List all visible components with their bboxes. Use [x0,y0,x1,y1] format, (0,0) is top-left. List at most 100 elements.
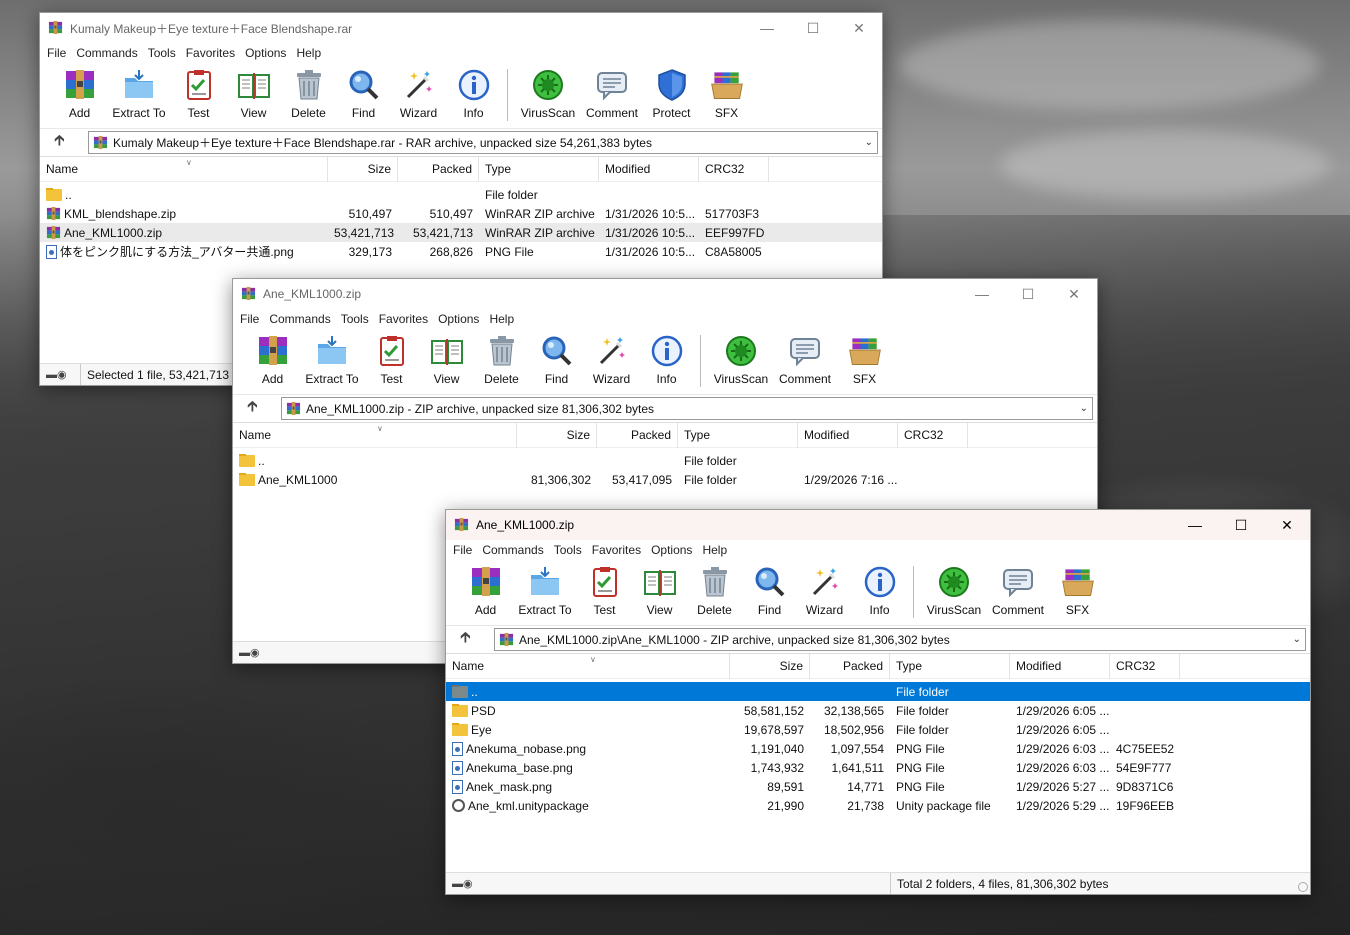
view-button[interactable]: View [226,67,281,120]
table-row[interactable]: Ane_kml.unitypackage 21,990 21,738 Unity pa… [446,796,1310,815]
protect-button[interactable]: Protect [644,67,699,120]
maximize-button[interactable]: ☐ [1005,279,1051,309]
info-button[interactable]: Info [852,564,907,617]
column-header-crc[interactable]: CRC32 [898,422,968,448]
drive-icon[interactable]: ▬◉ [233,646,273,659]
column-header-crc[interactable]: CRC32 [699,156,769,182]
minimize-button[interactable]: — [959,279,1005,309]
file-list[interactable]: Name Size Packed Type Modified CRC32 ∨.. File f… [446,653,1310,815]
table-row[interactable]: KML_blendshape.zip 510,497 510,497 WinRAR Z… [40,204,882,223]
menu-tools[interactable]: Tools [336,312,374,326]
column-header-size[interactable]: Size [730,653,810,679]
close-button[interactable]: ✕ [1264,510,1310,540]
up-arrow-icon[interactable]: 🡱 [454,627,494,652]
sfx-button[interactable]: SFX [699,67,754,120]
menu-options[interactable]: Options [433,312,484,326]
column-header-type[interactable]: Type [890,653,1010,679]
winrar-window-zip-folder[interactable]: Ane_KML1000.zip — ☐ ✕ File Commands Tools F… [445,509,1311,895]
table-row[interactable]: Anek_mask.png 89,591 14,771 PNG File 1/29/20… [446,777,1310,796]
extract-to-button[interactable]: Extract To [513,564,577,617]
menu-options[interactable]: Options [240,46,291,60]
menu-tools[interactable]: Tools [143,46,181,60]
column-header-size[interactable]: Size [328,156,398,182]
column-header-modified[interactable]: Modified [798,422,898,448]
delete-button[interactable]: Delete [474,333,529,386]
column-header-crc[interactable]: CRC32 [1110,653,1180,679]
title-bar[interactable]: Kumaly Makeup＋Eye texture＋Face Blendshap… [40,13,882,43]
table-row[interactable]: Anekuma_base.png 1,743,932 1,641,511 PNG Fi… [446,758,1310,777]
drive-icon[interactable]: ▬◉ [40,368,80,381]
menu-commands[interactable]: Commands [264,312,335,326]
delete-button[interactable]: Delete [687,564,742,617]
info-button[interactable]: Info [639,333,694,386]
menu-help[interactable]: Help [291,46,326,60]
menu-favorites[interactable]: Favorites [587,543,646,557]
menu-help[interactable]: Help [697,543,732,557]
find-button[interactable]: Find [742,564,797,617]
test-button[interactable]: Test [171,67,226,120]
menu-commands[interactable]: Commands [71,46,142,60]
table-row[interactable]: Eye 19,678,597 18,502,956 File folder 1/29/2… [446,720,1310,739]
add-button[interactable]: Add [458,564,513,617]
up-arrow-icon[interactable]: 🡱 [241,396,281,421]
comment-button[interactable]: Comment [986,564,1050,617]
table-row[interactable]: Ane_KML1000.zip 53,421,713 53,421,713 WinRA… [40,223,882,242]
title-bar[interactable]: Ane_KML1000.zip — ☐ ✕ [446,510,1310,540]
menu-help[interactable]: Help [484,312,519,326]
add-button[interactable]: Add [245,333,300,386]
virusscan-button[interactable]: VirusScan [922,564,986,617]
comment-button[interactable]: Comment [773,333,837,386]
table-row[interactable]: Anekuma_nobase.png 1,191,040 1,097,554 PNG … [446,739,1310,758]
resize-grip[interactable] [1298,882,1308,892]
title-bar[interactable]: Ane_KML1000.zip — ☐ ✕ [233,279,1097,309]
column-header-packed[interactable]: Packed [398,156,479,182]
maximize-button[interactable]: ☐ [790,13,836,43]
menu-file[interactable]: File [42,46,71,60]
column-header-name[interactable]: Name [233,422,517,448]
extract-to-button[interactable]: Extract To [107,67,171,120]
column-header-name[interactable]: Name [446,653,730,679]
wizard-button[interactable]: Wizard [797,564,852,617]
chevron-down-icon[interactable]: ⌄ [1293,634,1301,645]
menu-file[interactable]: File [235,312,264,326]
address-combobox[interactable]: Ane_KML1000.zip\Ane_KML1000 - ZIP archiv… [494,628,1306,651]
sfx-button[interactable]: SFX [1050,564,1105,617]
column-header-size[interactable]: Size [517,422,597,448]
column-header-modified[interactable]: Modified [1010,653,1110,679]
chevron-down-icon[interactable]: ⌄ [865,137,873,148]
close-button[interactable]: ✕ [836,13,882,43]
virusscan-button[interactable]: VirusScan [516,67,580,120]
chevron-down-icon[interactable]: ⌄ [1080,403,1088,414]
address-combobox[interactable]: Ane_KML1000.zip - ZIP archive, unpacked … [281,397,1093,420]
column-header-type[interactable]: Type [479,156,599,182]
minimize-button[interactable]: — [744,13,790,43]
menu-tools[interactable]: Tools [549,543,587,557]
sfx-button[interactable]: SFX [837,333,892,386]
table-row[interactable]: .. File folder [40,185,882,204]
column-header-packed[interactable]: Packed [597,422,678,448]
file-list[interactable]: Name Size Packed Type Modified CRC32 ∨.. File f… [40,156,882,261]
extract-to-button[interactable]: Extract To [300,333,364,386]
table-row[interactable]: .. File folder [233,451,1097,470]
minimize-button[interactable]: — [1172,510,1218,540]
close-button[interactable]: ✕ [1051,279,1097,309]
address-combobox[interactable]: Kumaly Makeup＋Eye texture＋Face Blendshap… [88,131,878,154]
column-header-packed[interactable]: Packed [810,653,890,679]
menu-options[interactable]: Options [646,543,697,557]
add-button[interactable]: Add [52,67,107,120]
table-row[interactable]: .. File folder [446,682,1310,701]
delete-button[interactable]: Delete [281,67,336,120]
maximize-button[interactable]: ☐ [1218,510,1264,540]
comment-button[interactable]: Comment [580,67,644,120]
menu-commands[interactable]: Commands [477,543,548,557]
wizard-button[interactable]: Wizard [584,333,639,386]
info-button[interactable]: Info [446,67,501,120]
up-arrow-icon[interactable]: 🡱 [48,130,88,155]
menu-favorites[interactable]: Favorites [181,46,240,60]
table-row[interactable]: Ane_KML1000 81,306,302 53,417,095 File fold… [233,470,1097,489]
column-header-name[interactable]: Name [40,156,328,182]
file-list[interactable]: Name Size Packed Type Modified CRC32 ∨.. File f… [233,422,1097,489]
test-button[interactable]: Test [577,564,632,617]
menu-file[interactable]: File [448,543,477,557]
column-header-modified[interactable]: Modified [599,156,699,182]
